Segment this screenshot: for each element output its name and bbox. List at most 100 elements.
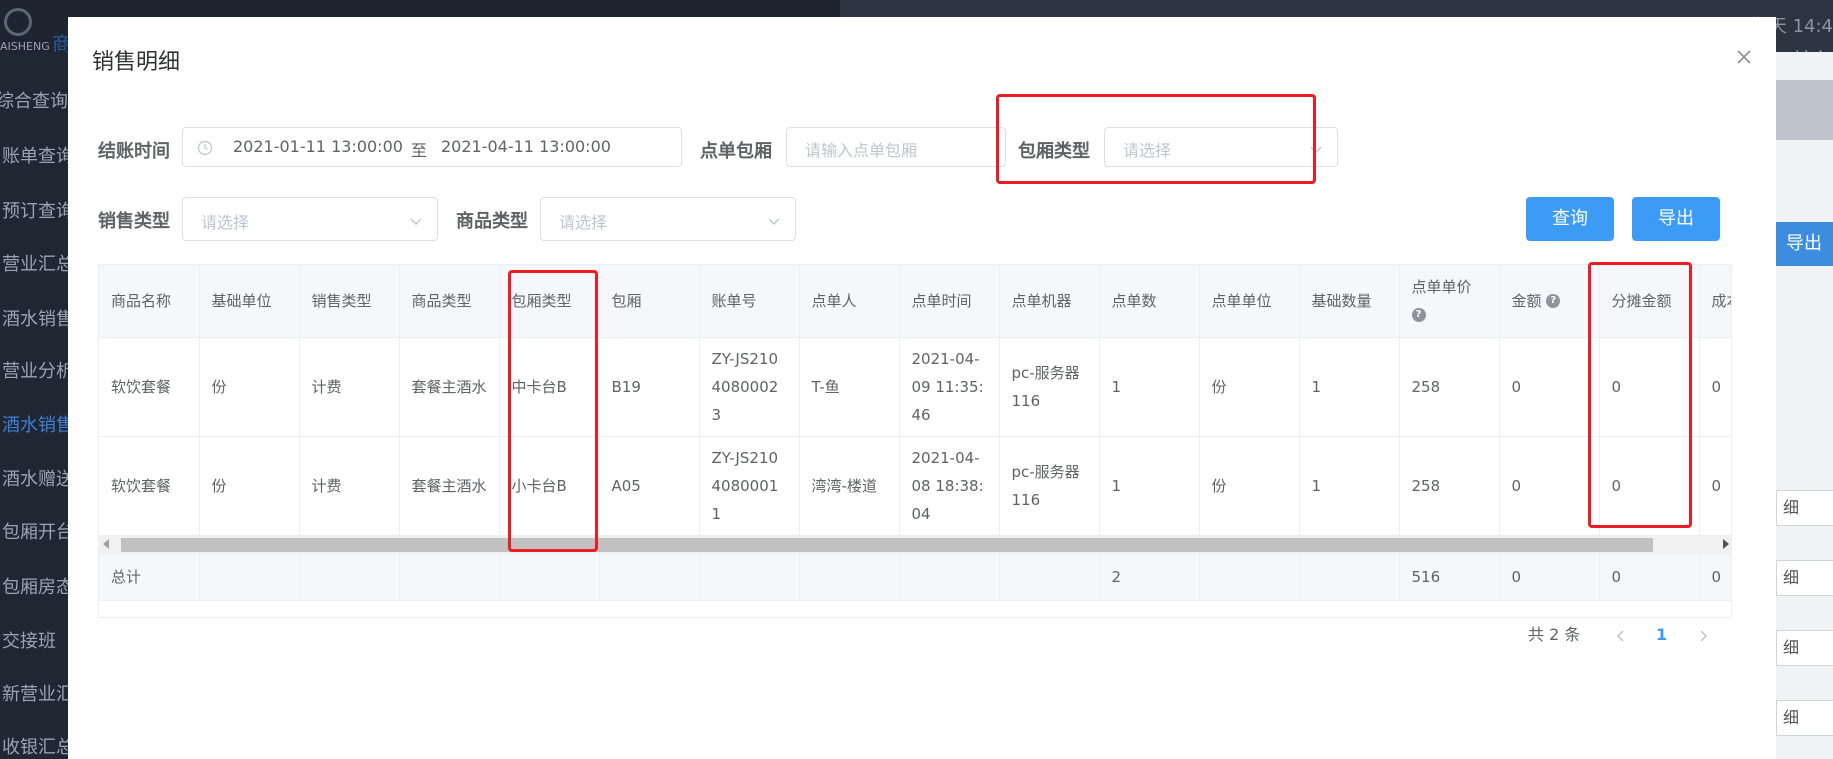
column-header: 点单时间 [899, 265, 1000, 338]
table-cell: B19 [599, 337, 700, 437]
summary-cell [899, 554, 1000, 601]
table-row[interactable]: 软饮套餐 份 计费 套餐主酒水 中卡台B B19 ZY-JS2104080002… [99, 337, 1731, 437]
column-header: 包厢 [599, 265, 700, 338]
export-button[interactable]: 导出 [1632, 197, 1720, 241]
summary-cell: 0 [1599, 554, 1700, 601]
sale-type-select[interactable]: 请选择 [182, 197, 438, 241]
next-page-icon[interactable] [1696, 620, 1710, 650]
scroll-left-arrow-icon[interactable] [103, 539, 109, 549]
bg-export-button[interactable]: 导出 [1776, 222, 1833, 266]
table-cell: 份 [1199, 436, 1300, 536]
summary-cell [1199, 554, 1300, 601]
summary-cell: 516 [1399, 554, 1500, 601]
column-header-amount: 金额 ? [1499, 265, 1600, 338]
help-icon[interactable]: ? [1546, 294, 1561, 309]
table-cell: 套餐主酒水 [399, 337, 500, 437]
column-header: 分摊金额 [1599, 265, 1700, 338]
table-cell: 0 [1699, 337, 1731, 437]
sidebar-item[interactable]: 综合查询 [0, 87, 68, 113]
summary-cell [599, 554, 700, 601]
sidebar-item[interactable]: 营业分析 [2, 357, 68, 383]
column-header-unit-price: 点单单价? [1399, 265, 1500, 338]
table-cell: 份 [1199, 337, 1300, 437]
pagination: 共 2 条 1 [1528, 620, 1728, 650]
table-cell: 中卡台B [499, 337, 600, 437]
page-number-current[interactable]: 1 [1656, 620, 1667, 650]
chevron-down-icon [767, 213, 781, 227]
table-cell: 258 [1399, 436, 1500, 536]
summary-cell [799, 554, 900, 601]
goods-type-label: 商品类型 [456, 211, 528, 232]
summary-cell: 2 [1099, 554, 1200, 601]
table-row[interactable]: 软饮套餐 份 计费 套餐主酒水 小卡台B A05 ZY-JS2104080001… [99, 436, 1731, 536]
goods-type-select[interactable]: 请选择 [540, 197, 796, 241]
bg-detail-button[interactable]: 细 [1776, 700, 1833, 736]
table-cell: 1 [1099, 436, 1200, 536]
column-header: 点单人 [799, 265, 900, 338]
table-cell: 258 [1399, 337, 1500, 437]
sidebar-item[interactable]: 包厢开台 [2, 518, 68, 544]
room-type-select[interactable]: 请选择 [1104, 127, 1338, 167]
help-icon[interactable]: ? [1411, 308, 1426, 323]
column-header: 包厢类型 [499, 265, 600, 338]
column-header: 点单单位 [1199, 265, 1300, 338]
table-cell: 份 [199, 436, 300, 536]
chevron-down-icon [409, 213, 423, 227]
column-header: 账单号 [699, 265, 800, 338]
table-cell: pc-服务器116 [999, 436, 1100, 536]
column-header: 基础单位 [199, 265, 300, 338]
table-cell: 小卡台B [499, 436, 600, 536]
bg-detail-button[interactable]: 细 [1776, 630, 1833, 666]
column-header: 成本 [1699, 265, 1731, 338]
date-range-picker[interactable]: 2021-01-11 13:00:00 至 2021-04-11 13:00:0… [182, 127, 682, 167]
column-header: 点单数 [1099, 265, 1200, 338]
prev-page-icon[interactable] [1614, 620, 1628, 650]
close-icon[interactable] [1732, 45, 1756, 69]
date-separator: 至 [411, 141, 428, 160]
horizontal-scrollbar[interactable] [99, 536, 1731, 554]
modal-title: 销售明细 [92, 50, 181, 75]
table-cell: 2021-04-09 11:35:46 [899, 337, 1000, 437]
table-cell: 计费 [299, 337, 400, 437]
table-cell: 份 [199, 337, 300, 437]
sidebar-item[interactable]: 账单查询 [2, 142, 68, 168]
scrollbar-thumb[interactable] [121, 538, 1653, 552]
pagination-total: 共 2 条 [1528, 625, 1581, 644]
column-header: 基础数量 [1299, 265, 1400, 338]
clock-icon [197, 140, 213, 156]
sidebar-item-active[interactable]: 酒水销售 [2, 411, 68, 437]
table-cell: 0 [1499, 337, 1600, 437]
table-cell: 套餐主酒水 [399, 436, 500, 536]
sidebar-item[interactable]: 营业汇总 [2, 250, 68, 276]
room-input-placeholder: 请输入点单包厢 [805, 141, 918, 160]
table-cell: 0 [1599, 337, 1700, 437]
summary-cell [199, 554, 300, 601]
sidebar-item[interactable]: 包厢房态 [2, 573, 68, 599]
sidebar-item[interactable]: 酒水赠送 [2, 465, 68, 491]
sidebar-item[interactable]: 收银汇总 [2, 733, 68, 759]
summary-cell [499, 554, 600, 601]
date-start: 2021-01-11 13:00:00 [233, 137, 403, 156]
table-cell: 1 [1099, 337, 1200, 437]
bg-detail-button[interactable]: 细 [1776, 490, 1833, 526]
sidebar-item[interactable]: 交接班 [2, 627, 56, 653]
table-header-row: 商品名称 基础单位 销售类型 商品类型 包厢类型 包厢 账单号 点单人 点单时间… [99, 265, 1731, 338]
column-header: 商品类型 [399, 265, 500, 338]
table-cell: 0 [1699, 436, 1731, 536]
sidebar-item[interactable]: 酒水销售 [2, 305, 68, 331]
bg-detail-button[interactable]: 细 [1776, 560, 1833, 596]
query-button[interactable]: 查询 [1526, 197, 1614, 241]
table-cell: 2021-04-08 18:38:04 [899, 436, 1000, 536]
scroll-right-arrow-icon[interactable] [1723, 539, 1729, 549]
table-cell: 软饮套餐 [99, 436, 200, 536]
room-input[interactable]: 请输入点单包厢 [786, 127, 1006, 167]
sidebar-item[interactable]: 预订查询 [2, 197, 68, 223]
column-header: 销售类型 [299, 265, 400, 338]
summary-row: 总计 2 516 0 0 0 [99, 554, 1731, 601]
table-cell: 软饮套餐 [99, 337, 200, 437]
sales-detail-modal: 销售明细 结账时间 2021-01-11 13:00:00 至 2021-04-… [68, 17, 1776, 759]
table-cell: 1 [1299, 337, 1400, 437]
sidebar-item[interactable]: 新营业汇 [2, 680, 68, 706]
table-cell: 0 [1499, 436, 1600, 536]
summary-table: 总计 2 516 0 0 0 [99, 554, 1731, 601]
